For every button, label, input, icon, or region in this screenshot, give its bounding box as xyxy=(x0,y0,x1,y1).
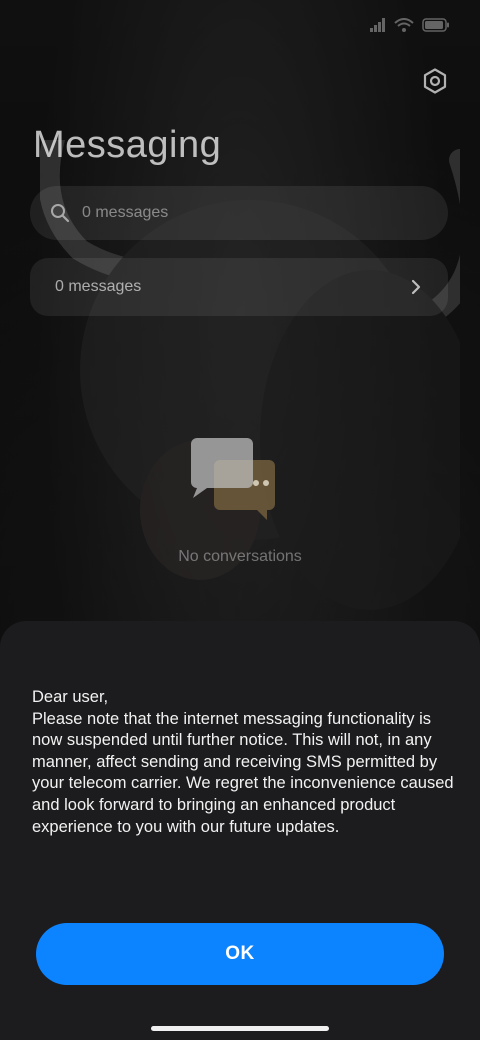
search-placeholder: 0 messages xyxy=(82,204,169,221)
dialog-message: Dear user, Please note that the internet… xyxy=(32,688,454,836)
messages-summary-label: 0 messages xyxy=(55,278,142,295)
signal-icon xyxy=(370,18,385,32)
home-indicator[interactable] xyxy=(151,1026,329,1031)
empty-state: No conversations xyxy=(0,430,480,566)
battery-icon xyxy=(422,18,449,32)
settings-button[interactable] xyxy=(420,66,450,96)
wifi-icon xyxy=(394,18,414,32)
chevron-right-icon xyxy=(410,279,422,295)
page-title: Messaging xyxy=(33,124,222,166)
status-icons xyxy=(370,18,450,32)
gear-icon xyxy=(423,68,447,94)
ok-button[interactable]: OK xyxy=(36,923,444,985)
search-icon xyxy=(50,203,70,223)
search-input[interactable]: 0 messages xyxy=(30,186,448,240)
chat-bubbles-icon xyxy=(191,438,275,520)
status-bar xyxy=(0,0,480,54)
messages-summary-row[interactable]: 0 messages xyxy=(30,258,448,316)
empty-state-text: No conversations xyxy=(178,548,302,565)
notice-dialog: Dear user, Please note that the internet… xyxy=(0,621,480,1040)
